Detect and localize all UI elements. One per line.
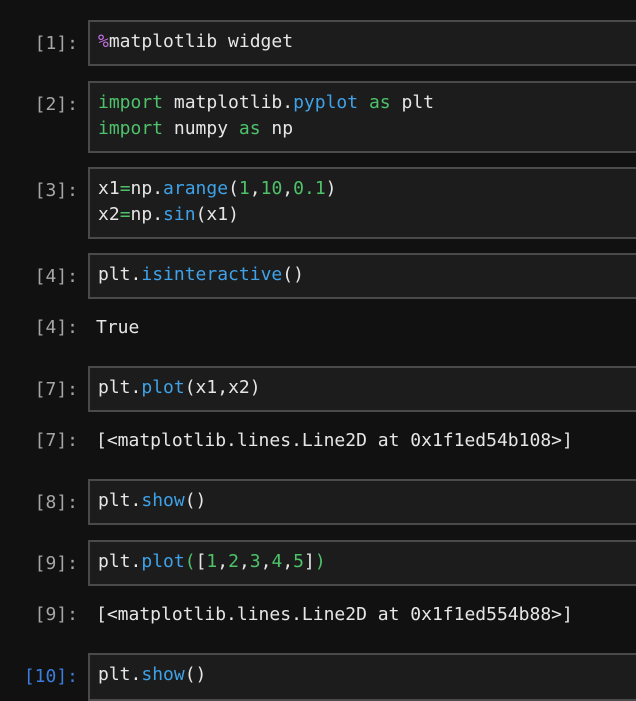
code-token: , xyxy=(260,551,272,572)
code-line: plt.show() xyxy=(98,662,636,688)
code-cell-editor[interactable]: plt.isinteractive() xyxy=(88,253,636,299)
code-cell-editor[interactable]: plt.show() xyxy=(88,479,636,525)
code-token: 4 xyxy=(271,551,283,572)
code-token: plt. xyxy=(98,551,142,572)
code-token: 1 xyxy=(238,178,250,199)
code-token: show xyxy=(141,490,185,511)
code-token: 0.1 xyxy=(293,178,326,199)
code-token: plt. xyxy=(98,490,142,511)
code-token: numpy xyxy=(163,118,239,139)
code-token: 1 xyxy=(206,551,218,572)
input-prompt: [3]: xyxy=(34,180,78,201)
code-line: %matplotlib widget xyxy=(98,29,636,55)
code-cell-editor[interactable]: plt.plot([1,2,3,4,5]) xyxy=(88,540,636,586)
code-line: import numpy as np xyxy=(98,116,636,142)
code-token: x1 xyxy=(98,178,120,199)
code-token: = xyxy=(119,204,131,225)
output-prompt: [4]: xyxy=(34,317,78,338)
code-line: import matplotlib.pyplot as plt xyxy=(98,90,636,116)
code-token: plt. xyxy=(98,264,142,285)
code-token: () xyxy=(282,264,304,285)
code-line: plt.plot([1,2,3,4,5]) xyxy=(98,549,636,575)
code-token: , xyxy=(238,551,250,572)
code-token: sin xyxy=(163,204,196,225)
output-prompt: [7]: xyxy=(34,430,78,451)
code-token: , xyxy=(217,551,229,572)
code-token: ] xyxy=(304,551,315,572)
code-token: show xyxy=(141,664,185,685)
code-token: ) xyxy=(314,551,326,572)
code-token: as xyxy=(238,118,261,139)
code-token: np. xyxy=(130,204,164,225)
input-prompt: [1]: xyxy=(34,33,78,54)
code-token: matplotlib widget xyxy=(108,31,294,52)
code-token: (x1) xyxy=(195,204,239,225)
notebook: [1]: %matplotlib widget [2]: import matp… xyxy=(0,0,636,701)
code-line: plt.isinteractive() xyxy=(98,262,636,288)
code-token: plot xyxy=(141,377,185,398)
code-line: x2=np.sin(x1) xyxy=(98,202,636,228)
input-prompt-active: [10]: xyxy=(23,666,78,687)
code-token: 10 xyxy=(260,178,283,199)
code-token: (x1,x2) xyxy=(184,377,261,398)
input-prompt: [4]: xyxy=(34,266,78,287)
code-token: pyplot xyxy=(293,92,359,113)
cell-output-text: [<matplotlib.lines.Line2D at 0x1f1ed554b… xyxy=(96,604,573,625)
code-token: () xyxy=(184,490,207,511)
code-token: ) xyxy=(325,178,337,199)
code-token: np. xyxy=(130,178,164,199)
code-cell-editor[interactable]: %matplotlib widget xyxy=(88,20,636,66)
code-token: x2 xyxy=(98,204,120,225)
code-token: ( xyxy=(228,178,239,199)
cell-output-text: True xyxy=(96,317,140,338)
code-token: matplotlib. xyxy=(163,92,294,113)
code-token: , xyxy=(282,178,294,199)
code-line: x1=np.arange(1,10,0.1) xyxy=(98,176,636,202)
code-token: 5 xyxy=(293,551,304,572)
code-token: , xyxy=(282,551,294,572)
code-token: [ xyxy=(195,551,207,572)
code-token: np xyxy=(260,118,294,139)
code-token: 3 xyxy=(249,551,261,572)
output-prompt: [9]: xyxy=(34,604,78,625)
code-token: = xyxy=(119,178,131,199)
code-cell-editor[interactable]: plt.plot(x1,x2) xyxy=(88,366,636,412)
code-token: () xyxy=(184,664,207,685)
code-token: , xyxy=(249,178,261,199)
code-token: as xyxy=(368,92,391,113)
code-line: plt.show() xyxy=(98,488,636,514)
code-token: plt xyxy=(390,92,434,113)
cell-output-text: [<matplotlib.lines.Line2D at 0x1f1ed54b1… xyxy=(96,430,573,451)
input-prompt: [9]: xyxy=(34,553,78,574)
code-token: isinteractive xyxy=(141,264,283,285)
code-token: import xyxy=(98,92,164,113)
code-cell-editor-active[interactable]: plt.show() xyxy=(88,653,636,701)
code-line: plt.plot(x1,x2) xyxy=(98,375,636,401)
code-token: plt. xyxy=(98,377,142,398)
input-prompt: [8]: xyxy=(34,492,78,513)
input-prompt: [7]: xyxy=(34,379,78,400)
input-prompt: [2]: xyxy=(34,94,78,115)
code-token: plt. xyxy=(98,664,142,685)
code-token: % xyxy=(98,31,109,52)
code-token: 2 xyxy=(228,551,239,572)
code-cell-editor[interactable]: x1=np.arange(1,10,0.1) x2=np.sin(x1) xyxy=(88,167,636,239)
code-token: plot xyxy=(141,551,185,572)
code-token: arange xyxy=(163,178,229,199)
code-token: ( xyxy=(184,551,196,572)
code-token: import xyxy=(98,118,164,139)
code-cell-editor[interactable]: import matplotlib.pyplot as plt import n… xyxy=(88,81,636,153)
